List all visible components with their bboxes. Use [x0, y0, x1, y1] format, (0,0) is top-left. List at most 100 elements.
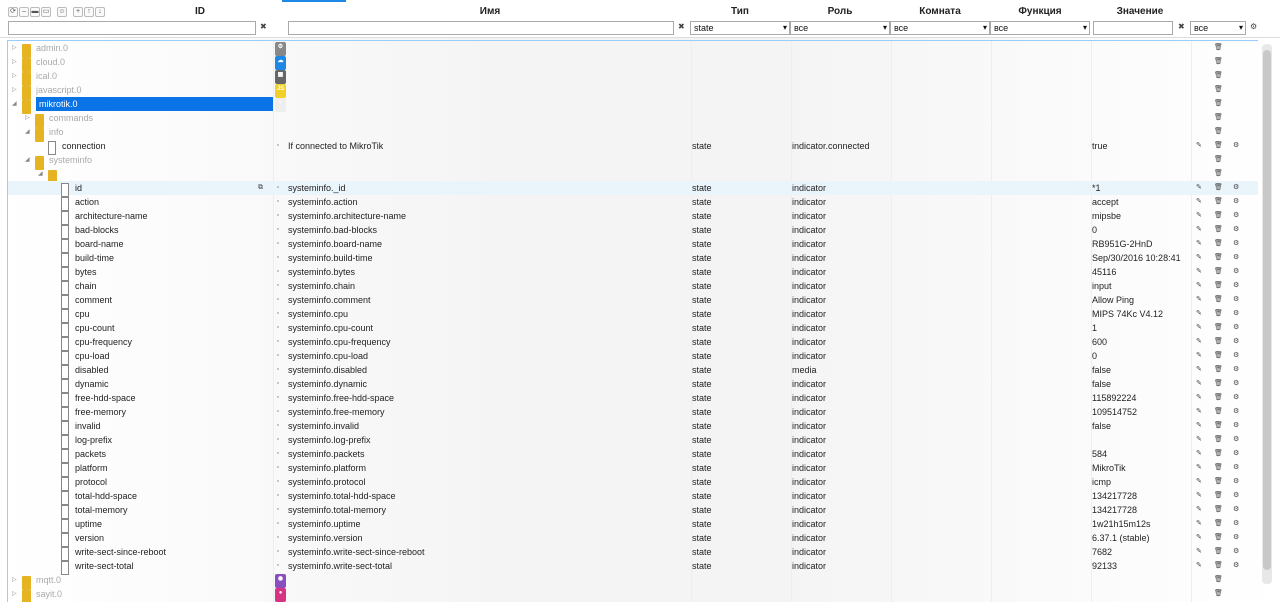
delete-icon[interactable]: 🗑 [1214, 531, 1223, 545]
edit-icon[interactable]: ✎ [1196, 545, 1202, 559]
object-value[interactable]: 7682 [1092, 545, 1190, 559]
table-row[interactable]: ▷ admin.0 ⚙ 🗑 [8, 41, 1258, 58]
edit-icon[interactable]: ✎ [1196, 461, 1202, 475]
edit-icon[interactable]: ✎ [1196, 559, 1202, 573]
object-id[interactable]: comment [75, 293, 112, 307]
delete-icon[interactable]: 🗑 [1214, 377, 1223, 391]
column-header-role[interactable]: Роль [805, 6, 875, 17]
delete-icon[interactable]: 🗑 [1214, 559, 1223, 573]
gear-icon[interactable]: ⚙ [1233, 433, 1239, 447]
gear-icon[interactable]: ⚙ [1233, 517, 1239, 531]
refresh-icon[interactable]: ⟳ [8, 7, 18, 17]
table-row[interactable]: ◢ systeminfo 🗑 [8, 153, 1258, 170]
column-header-id[interactable]: ID [150, 6, 250, 17]
clear-name-filter-icon[interactable]: ✖ [678, 22, 685, 31]
room-filter-select[interactable]: все [890, 21, 990, 35]
gear-icon[interactable]: ⚙ [1233, 195, 1239, 209]
expand-toggle-icon[interactable]: ◢ [25, 153, 33, 167]
edit-icon[interactable]: ✎ [1196, 377, 1202, 391]
edit-icon[interactable]: ✎ [1196, 307, 1202, 321]
object-id[interactable]: id [75, 181, 82, 195]
gear-icon[interactable]: ⚙ [1233, 461, 1239, 475]
object-value[interactable]: true [1092, 139, 1190, 153]
object-id[interactable]: commands [49, 111, 93, 125]
edit-icon[interactable]: ✎ [1196, 223, 1202, 237]
edit-icon[interactable]: ✎ [1196, 363, 1202, 377]
delete-icon[interactable]: 🗑 [1214, 167, 1223, 181]
table-row[interactable]: action ▫ systeminfo.action state indicator ac… [8, 195, 1258, 211]
edit-icon[interactable]: ✎ [1196, 531, 1202, 545]
edit-icon[interactable]: ✎ [1196, 265, 1202, 279]
table-row[interactable]: bad-blocks ▫ systeminfo.bad-blocks state ind… [8, 223, 1258, 239]
delete-icon[interactable]: 🗑 [1214, 447, 1223, 461]
delete-icon[interactable]: 🗑 [1214, 573, 1223, 587]
object-value[interactable]: input [1092, 279, 1190, 293]
delete-icon[interactable]: 🗑 [1214, 153, 1223, 167]
gear-icon[interactable]: ⚙ [1233, 321, 1239, 335]
object-value[interactable]: 92133 [1092, 559, 1190, 573]
table-row[interactable]: bytes ▫ systeminfo.bytes state indicator 4511… [8, 265, 1258, 281]
table-row[interactable]: cpu-frequency ▫ systeminfo.cpu-frequency st… [8, 335, 1258, 351]
edit-icon[interactable]: ✎ [1196, 335, 1202, 349]
table-row[interactable]: free-hdd-space ▫ systeminfo.free-hdd-space… [8, 391, 1258, 407]
gear-icon[interactable]: ⚙ [1233, 559, 1239, 573]
copy-icon[interactable]: ⧉ [258, 181, 263, 195]
expand-toggle-icon[interactable]: ▷ [12, 55, 20, 69]
delete-icon[interactable]: 🗑 [1214, 321, 1223, 335]
object-id[interactable]: cloud.0 [36, 55, 65, 69]
table-row[interactable]: free-memory ▫ systeminfo.free-memory state i… [8, 405, 1258, 421]
role-filter-select[interactable]: все [790, 21, 890, 35]
gear-icon[interactable]: ⚙ [1233, 209, 1239, 223]
table-row[interactable]: id ⧉ ▫ systeminfo._id state indicator *1 ✎ 🗑 ⚙ [8, 181, 1258, 197]
object-id[interactable]: bad-blocks [75, 223, 119, 237]
object-id[interactable]: ical.0 [36, 69, 57, 83]
delete-icon[interactable]: 🗑 [1214, 209, 1223, 223]
object-value[interactable]: MIPS 74Kc V4.12 [1092, 307, 1190, 321]
table-row[interactable]: build-time ▫ systeminfo.build-time state ind… [8, 251, 1258, 267]
delete-icon[interactable]: 🗑 [1214, 307, 1223, 321]
column-header-function[interactable]: Функция [1005, 6, 1075, 17]
table-row[interactable]: architecture-name ▫ systeminfo.architectur… [8, 209, 1258, 225]
object-id[interactable]: chain [75, 279, 97, 293]
object-value[interactable]: RB951G-2HnD [1092, 237, 1190, 251]
edit-icon[interactable]: ✎ [1196, 209, 1202, 223]
object-value[interactable]: 0 [1092, 349, 1190, 363]
object-id[interactable]: invalid [75, 419, 101, 433]
object-value[interactable]: 1w21h15m12s [1092, 517, 1190, 531]
object-id[interactable]: write-sect-since-reboot [75, 545, 166, 559]
clear-value-filter-icon[interactable]: ✖ [1178, 22, 1185, 31]
edit-icon[interactable]: ✎ [1196, 405, 1202, 419]
object-id[interactable]: mikrotik.0 [36, 97, 273, 111]
object-id[interactable]: total-memory [75, 503, 128, 517]
column-header-name[interactable]: Имя [430, 6, 550, 17]
object-id[interactable]: javascript.0 [36, 83, 82, 97]
function-filter-select[interactable]: все [990, 21, 1090, 35]
object-value[interactable]: Sep/30/2016 10:28:41 [1092, 251, 1190, 265]
table-row[interactable]: write-sect-since-reboot ▫ systeminfo.write… [8, 545, 1258, 561]
object-value[interactable]: 1 [1092, 321, 1190, 335]
gear-icon[interactable]: ⚙ [1233, 335, 1239, 349]
delete-icon[interactable]: 🗑 [1214, 181, 1223, 195]
extra-filter-select[interactable]: все [1190, 21, 1246, 35]
column-header-type[interactable]: Тип [710, 6, 770, 17]
object-value[interactable]: 45116 [1092, 265, 1190, 279]
edit-icon[interactable]: ✎ [1196, 517, 1202, 531]
user-icon[interactable]: ☺ [57, 7, 67, 17]
edit-icon[interactable]: ✎ [1196, 237, 1202, 251]
gear-icon[interactable]: ⚙ [1233, 139, 1239, 153]
table-row[interactable]: cpu-load ▫ systeminfo.cpu-load state indicat… [8, 349, 1258, 365]
table-row[interactable]: platform ▫ systeminfo.platform state indicat… [8, 461, 1258, 477]
object-id[interactable]: bytes [75, 265, 97, 279]
delete-icon[interactable]: 🗑 [1214, 69, 1223, 83]
object-id[interactable]: free-memory [75, 405, 126, 419]
table-row[interactable]: ▷ cloud.0 ☁ 🗑 [8, 55, 1258, 72]
edit-icon[interactable]: ✎ [1196, 349, 1202, 363]
expand-toggle-icon[interactable]: ◢ [12, 97, 20, 111]
collapse-icon[interactable]: – [19, 7, 29, 17]
delete-icon[interactable]: 🗑 [1214, 587, 1223, 601]
object-id[interactable]: admin.0 [36, 41, 68, 55]
object-id[interactable]: protocol [75, 475, 107, 489]
delete-icon[interactable]: 🗑 [1214, 125, 1223, 139]
expand-toggle-icon[interactable]: ◢ [25, 125, 33, 139]
folder-closed-icon[interactable]: ▬ [30, 7, 40, 17]
